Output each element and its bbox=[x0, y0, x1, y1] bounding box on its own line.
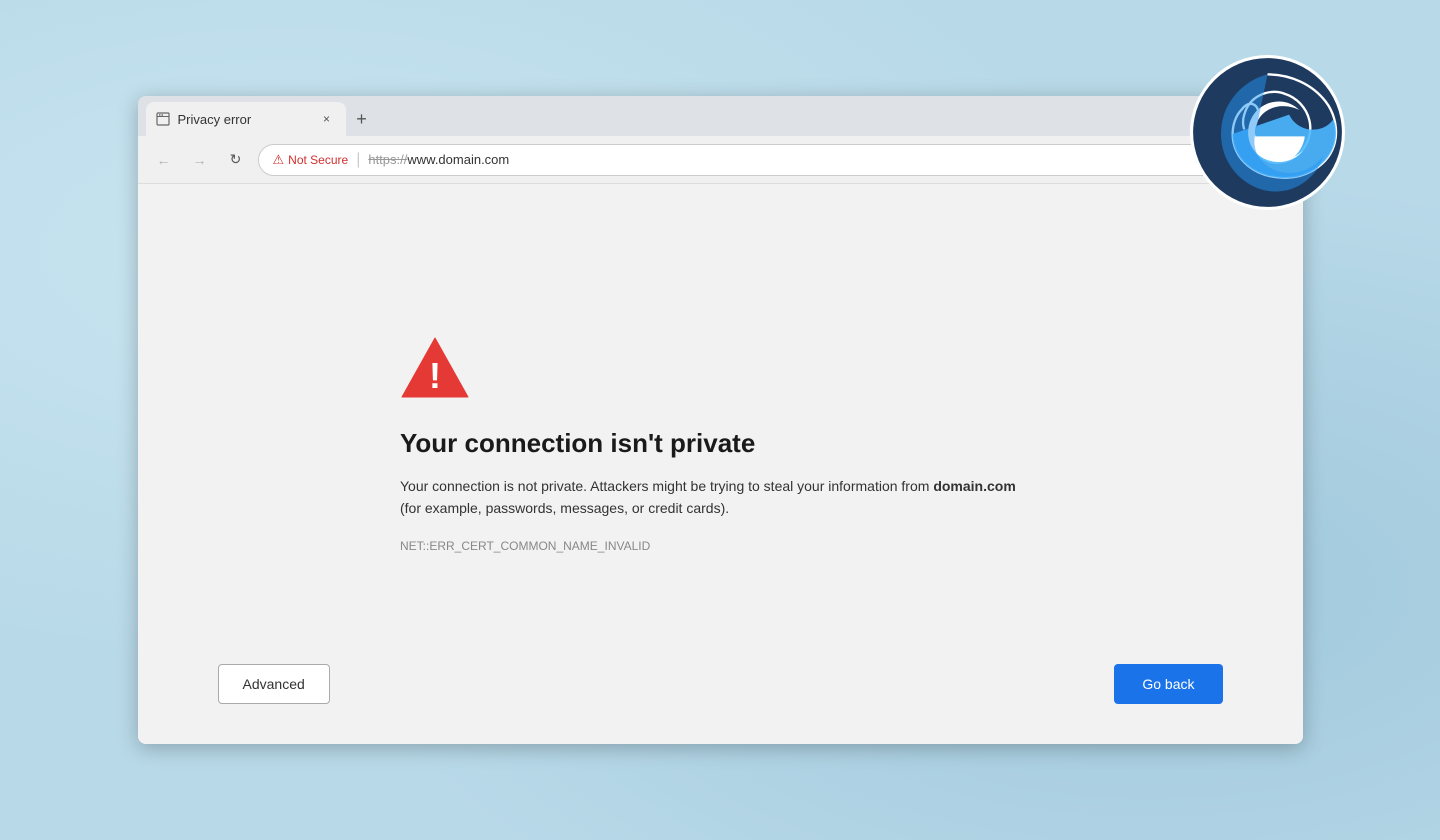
advanced-button[interactable]: Advanced bbox=[218, 664, 330, 704]
active-tab[interactable]: Privacy error × bbox=[146, 102, 346, 136]
back-button[interactable]: ← bbox=[150, 146, 178, 174]
error-code: NET::ERR_CERT_COMMON_NAME_INVALID bbox=[400, 539, 650, 553]
forward-icon: → bbox=[193, 152, 207, 168]
warning-triangle-icon: ! bbox=[400, 335, 470, 400]
domain-part: www.domain.com bbox=[407, 152, 509, 167]
tab-bar: Privacy error × + bbox=[138, 96, 1303, 136]
error-domain: domain.com bbox=[933, 478, 1015, 494]
address-separator: | bbox=[356, 151, 360, 169]
error-title: Your connection isn't private bbox=[400, 428, 755, 459]
back-icon: ← bbox=[157, 152, 171, 168]
https-part: https:// bbox=[368, 152, 407, 167]
browser-window: Privacy error × + ← → ↻ ⚠ Not Secure | h… bbox=[138, 96, 1303, 744]
page-content: ! Your connection isn't private Your con… bbox=[138, 184, 1303, 744]
reload-icon: ↻ bbox=[230, 151, 242, 168]
bottom-buttons: Advanced Go back bbox=[138, 664, 1303, 704]
error-description: Your connection is not private. Attacker… bbox=[400, 475, 1040, 520]
address-url: https://www.domain.com bbox=[368, 152, 509, 167]
edge-logo bbox=[1190, 55, 1345, 210]
tab-page-icon bbox=[156, 112, 170, 126]
svg-text:!: ! bbox=[429, 355, 441, 396]
tab-title: Privacy error bbox=[178, 112, 310, 127]
error-main: ! Your connection isn't private Your con… bbox=[400, 335, 1040, 554]
not-secure-label: Not Secure bbox=[288, 153, 348, 167]
forward-button[interactable]: → bbox=[186, 146, 214, 174]
not-secure-badge: ⚠ Not Secure bbox=[273, 152, 349, 168]
new-tab-button[interactable]: + bbox=[346, 102, 378, 136]
error-description-prefix: Your connection is not private. Attacker… bbox=[400, 478, 933, 494]
address-bar-row: ← → ↻ ⚠ Not Secure | https://www.domain.… bbox=[138, 136, 1303, 184]
tab-close-button[interactable]: × bbox=[318, 110, 336, 128]
warning-icon: ⚠ bbox=[273, 152, 285, 168]
error-description-suffix: (for example, passwords, messages, or cr… bbox=[400, 500, 729, 516]
address-bar[interactable]: ⚠ Not Secure | https://www.domain.com bbox=[258, 144, 1223, 176]
go-back-button[interactable]: Go back bbox=[1114, 664, 1222, 704]
reload-button[interactable]: ↻ bbox=[222, 146, 250, 174]
